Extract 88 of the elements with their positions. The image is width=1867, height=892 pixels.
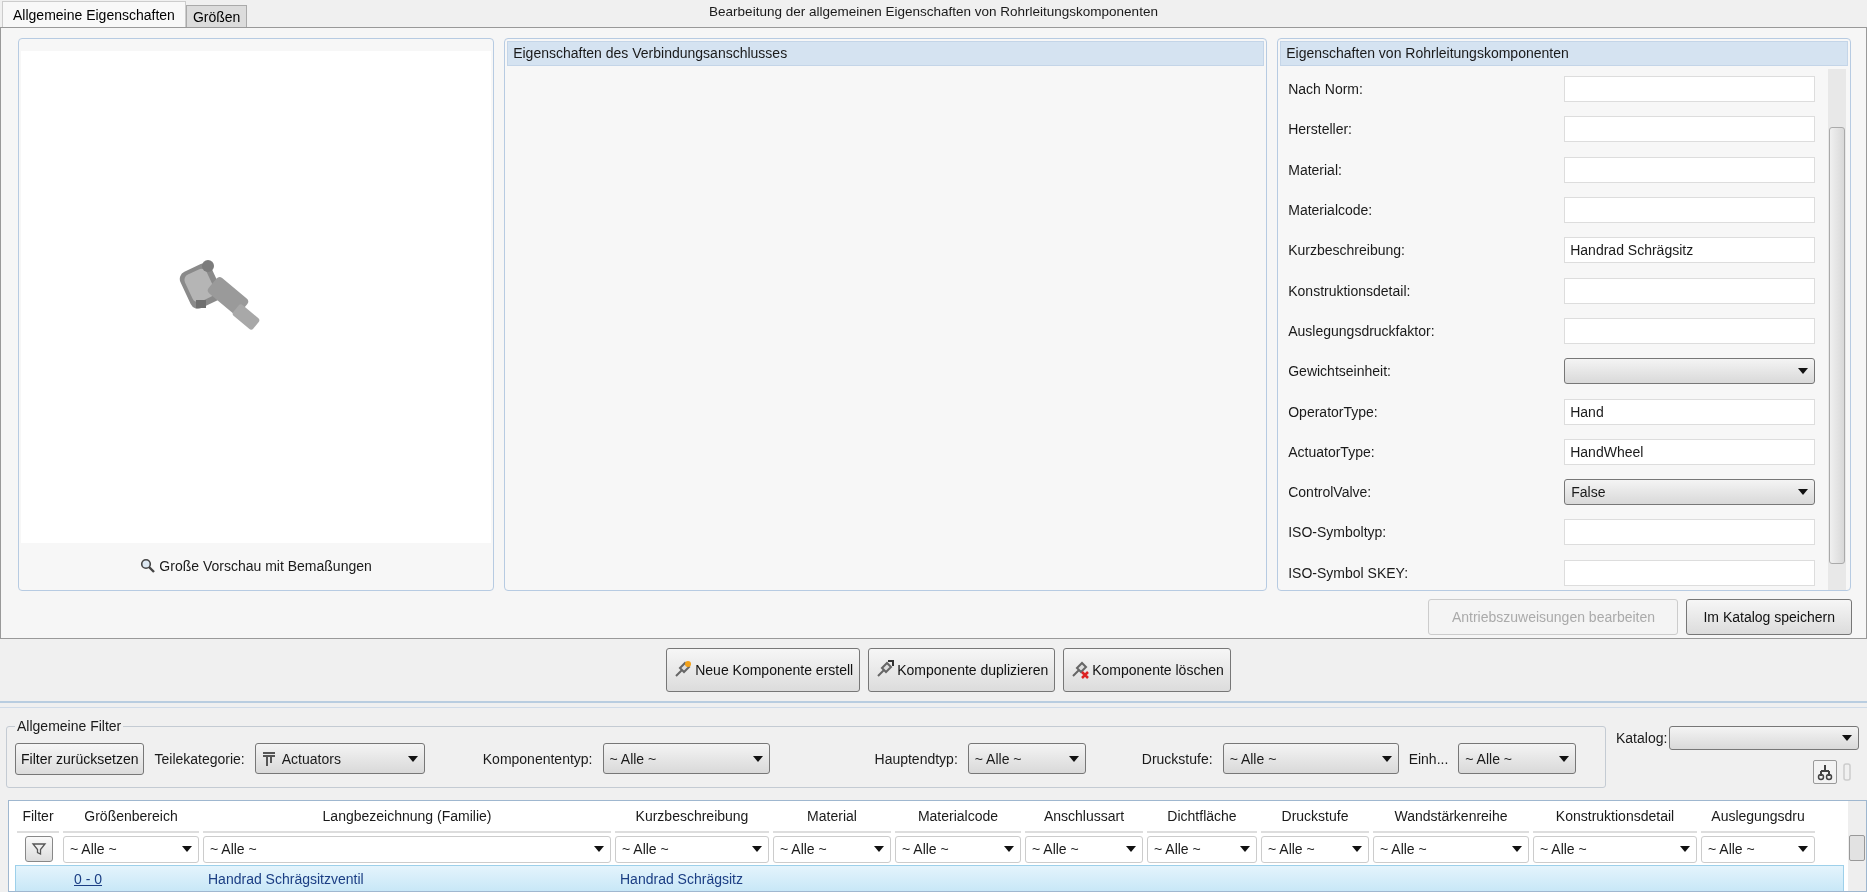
text-field[interactable] [1564,519,1816,546]
text-field[interactable] [1564,76,1816,103]
column-header[interactable]: Größenbereich [63,801,199,833]
field-label: Kurzbeschreibung: [1288,242,1406,259]
column-header[interactable]: Materialcode [895,801,1021,833]
field-label: Konstruktionsdetail: [1288,282,1412,299]
text-field[interactable] [1564,156,1816,183]
column-header[interactable]: Auslegungsdru [1701,801,1815,833]
field-label: Hersteller: [1288,121,1353,138]
fork-icon [1817,763,1834,781]
field-label: Gewichtseinheit: [1288,363,1392,380]
filter-label: Druckstufe: [1141,750,1213,767]
scrollbar[interactable] [1828,69,1846,590]
table-row[interactable]: 0 - 0 Handrad Schrägsitzventil Handrad Schrägsitz [15,865,1844,891]
actuator-icon [261,750,276,767]
dropdown[interactable]: False [1564,479,1816,506]
component-button[interactable] [1813,760,1838,784]
field-label: ActuatorType: [1288,443,1376,460]
table-cell-text: Handrad Schrägsitz [619,870,744,887]
column-header[interactable]: Dichtfläche [1147,801,1257,833]
filter-label: Komponententyp: [482,750,593,767]
action-button[interactable]: Komponente duplizieren [868,648,1056,692]
column-filter-dropdown[interactable]: ~ Alle ~ [615,835,769,863]
action-button[interactable]: Im Katalog speichern [1686,599,1852,635]
filter-dropdown[interactable]: Actuators [254,743,425,774]
tab[interactable]: Größen [185,5,248,27]
text-field[interactable]: HandWheel [1564,438,1816,465]
field-label: ControlValve: [1288,484,1373,501]
page-title: Bearbeitung der allgemeinen Eigenschaften von Rohrleitungskomponenten [709,4,1158,19]
field-label: Materialcode: [1288,202,1374,219]
splitter-bar[interactable] [0,701,1867,708]
column-filter-dropdown[interactable]: ~ Alle ~ [1373,835,1529,863]
text-field[interactable] [1564,116,1816,143]
panel-header: Eigenschaften von Rohrleitungskomponenten [1280,41,1848,66]
filter-label: Katalog: [1616,730,1668,746]
column-filter-dropdown[interactable]: ~ Alle ~ [773,835,891,863]
column-filter-dropdown[interactable]: ~ Alle ~ [1147,835,1257,863]
field-label: ISO-Symbol SKEY: [1288,564,1410,581]
scrollbar[interactable] [1848,801,1866,891]
text-field[interactable] [1564,559,1816,586]
text-field[interactable]: Hand [1564,398,1816,425]
column-filter-dropdown[interactable]: ~ Alle ~ [1533,835,1697,863]
column-header[interactable]: Filter [17,801,59,833]
action-button[interactable]: Komponente löschen [1063,648,1231,692]
action-button[interactable]: Neue Komponente erstell [666,648,861,692]
filter-dropdown[interactable]: ~ Alle ~ [602,743,770,774]
column-filter-dropdown[interactable]: ~ Alle ~ [1025,835,1143,863]
column-header[interactable]: Material [773,801,891,833]
filter-dropdown[interactable]: ~ Alle ~ [1458,743,1577,774]
field-label: ISO-Symboltyp: [1288,524,1388,541]
filter-label: Hauptendtyp: [874,750,958,767]
catalog-dropdown[interactable] [1669,726,1860,750]
text-field[interactable]: Handrad Schrägsitz [1564,237,1816,264]
column-header[interactable]: Anschlussart [1025,801,1143,833]
column-filter-dropdown[interactable]: ~ Alle ~ [63,835,199,863]
field-label: OperatorType: [1288,403,1379,420]
filter-label: Teilekategorie: [154,750,245,767]
dropdown[interactable] [1564,358,1816,385]
table-cell-text: Handrad Schrägsitzventil [207,870,365,887]
column-filter-dropdown[interactable]: ~ Alle ~ [203,835,611,863]
column-filter-dropdown[interactable]: ~ Alle ~ [895,835,1021,863]
column-header[interactable]: Konstruktionsdetail [1533,801,1697,833]
filter-label: Einh... [1408,750,1449,767]
text-field[interactable] [1564,317,1816,344]
reset-filter-button[interactable]: Filter zurücksetzen [15,742,145,775]
size-range-link[interactable]: 0 - 0 [74,870,102,887]
filter-button[interactable] [25,836,53,862]
field-label: Nach Norm: [1288,81,1364,98]
field-label: Material: [1288,161,1343,178]
column-header[interactable]: Wandstärkenreihe [1373,801,1529,833]
tab[interactable]: Allgemeine Eigenschaften [2,1,186,27]
column-header[interactable]: Kurzbeschreibung [615,801,769,833]
magnifier-icon [140,558,156,573]
component-icon [1070,660,1091,680]
panel-header: Eigenschaften des Verbindungsanschlusses [507,41,1265,66]
text-field[interactable] [1564,197,1816,224]
preview-link[interactable]: Große Vorschau mit Bemaßungen [159,557,372,574]
column-header[interactable]: Druckstufe [1261,801,1369,833]
filter-dropdown[interactable]: ~ Alle ~ [967,743,1086,774]
field-label: Auslegungsdruckfaktor: [1288,322,1436,339]
text-field[interactable] [1564,277,1816,304]
pipe-icon [1843,763,1852,781]
funnel-icon [31,841,47,857]
column-filter-dropdown[interactable]: ~ Alle ~ [1261,835,1369,863]
group-title: Allgemeine Filter [16,718,123,734]
column-header[interactable]: Langbezeichnung (Familie) [203,801,611,833]
column-filter-dropdown[interactable]: ~ Alle ~ [1701,835,1815,863]
filter-dropdown[interactable]: ~ Alle ~ [1222,743,1399,774]
